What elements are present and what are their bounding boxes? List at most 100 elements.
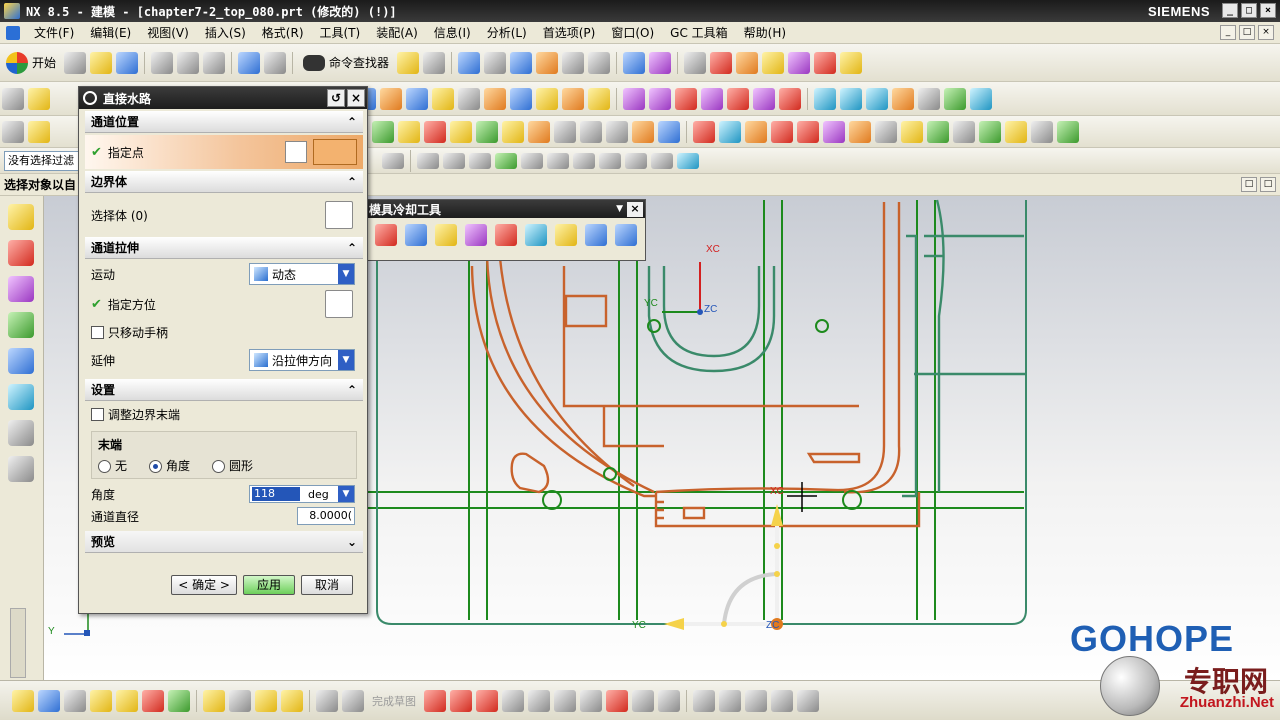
mesh-surface-icon[interactable] [840, 87, 862, 110]
assembly-icon[interactable] [28, 120, 50, 143]
cancel-button[interactable]: 取消 [301, 575, 353, 595]
inferred-point-dropdown[interactable] [313, 139, 357, 165]
sew-icon[interactable] [753, 87, 775, 110]
rectangle-select-icon[interactable] [382, 152, 404, 169]
wave-link-icon[interactable] [281, 689, 303, 712]
arc-center-icon[interactable] [599, 152, 621, 169]
add-component-icon[interactable] [90, 689, 112, 712]
extend-channel-icon[interactable] [465, 224, 487, 246]
assembly-navigator-icon[interactable] [8, 204, 34, 230]
section-channel-position[interactable]: 通道位置 ⌃ [85, 111, 363, 133]
angle-value[interactable]: 118 [252, 487, 300, 501]
selection-priority-icon[interactable] [762, 51, 785, 74]
stack-icon[interactable] [901, 120, 923, 143]
solid-block-icon[interactable] [693, 120, 715, 143]
part-icon[interactable] [255, 689, 277, 712]
mold-wizard-icon[interactable] [658, 120, 680, 143]
trim-sheet-icon[interactable] [1005, 120, 1027, 143]
end-option-round[interactable]: 圆形 [212, 457, 253, 474]
polygon-icon[interactable] [658, 689, 680, 712]
point-on-face-icon[interactable] [677, 152, 699, 169]
adjust-boundary-end-row[interactable]: 调整边界末端 [85, 401, 363, 427]
ok-button[interactable]: < 确定 > [171, 575, 237, 595]
stair-icon[interactable] [372, 120, 394, 143]
feature-shape-icon[interactable] [406, 87, 428, 110]
quick-extend-icon[interactable] [719, 689, 741, 712]
minimize-button[interactable]: _ [1222, 3, 1238, 18]
divide-face-icon[interactable] [1031, 120, 1053, 143]
gear-icon[interactable] [83, 91, 97, 105]
edit-icon[interactable] [12, 689, 34, 712]
slider-icon[interactable] [528, 120, 550, 143]
history-icon[interactable] [8, 420, 34, 446]
chevron-down-icon[interactable]: ▼ [338, 264, 354, 284]
check-icon[interactable] [1057, 120, 1079, 143]
menu-edit[interactable]: 编辑(E) [82, 24, 139, 41]
sketch-icon[interactable] [2, 87, 24, 110]
collapse-icon[interactable]: ⌃ [347, 241, 357, 255]
menu-tools[interactable]: 工具(T) [312, 24, 369, 41]
point-dialog-icon[interactable] [285, 141, 307, 163]
shell-icon[interactable] [484, 87, 506, 110]
patch-icon[interactable] [779, 87, 801, 110]
menu-information[interactable]: 信息(I) [426, 24, 479, 41]
radio-angle[interactable] [149, 460, 163, 473]
collapse-icon[interactable]: ⌃ [347, 115, 357, 129]
dimension-icon[interactable] [797, 689, 819, 712]
adjust-boundary-end-checkbox[interactable] [91, 407, 104, 421]
menu-assemblies[interactable]: 装配(A) [368, 24, 426, 41]
end-option-angle[interactable]: 角度 [149, 457, 190, 474]
open-folder-icon[interactable] [90, 51, 113, 74]
polyline-icon[interactable] [606, 689, 628, 712]
extension-icon[interactable] [944, 87, 966, 110]
menu-analysis[interactable]: 分析(L) [479, 24, 535, 41]
radio-none[interactable] [98, 460, 111, 473]
electrode-icon[interactable] [502, 120, 524, 143]
cooling-pattern-icon[interactable] [375, 224, 397, 246]
snap-points-icon[interactable] [495, 152, 517, 169]
point-constructor-icon[interactable] [814, 51, 837, 74]
chamfer-icon[interactable] [432, 87, 454, 110]
move-handle-only-checkbox[interactable] [91, 325, 104, 339]
delete-face-icon[interactable] [771, 120, 793, 143]
diameter-input[interactable]: 8.0000( [297, 507, 355, 525]
menu-window[interactable]: 窗口(O) [603, 24, 662, 41]
hd3d-tools-icon[interactable] [8, 348, 34, 374]
mold-cooling-close-button[interactable]: × [627, 201, 643, 217]
snap-grid-icon[interactable] [469, 152, 491, 169]
surface-icon[interactable] [814, 87, 836, 110]
apply-button[interactable]: 应用 [243, 575, 295, 595]
cooling-standard-icon[interactable] [555, 224, 577, 246]
reuse-library-icon[interactable] [8, 312, 34, 338]
motion-select[interactable]: 动态 ▼ [249, 263, 355, 285]
thicken-icon[interactable] [918, 87, 940, 110]
mid-point-icon[interactable] [547, 152, 569, 169]
component-icon[interactable] [38, 689, 60, 712]
viewport-maximize-button[interactable]: □ [1260, 177, 1276, 192]
cut-icon[interactable] [151, 51, 174, 74]
show-hide-icon[interactable] [562, 51, 585, 74]
split-body-icon[interactable] [719, 120, 741, 143]
collapse-icon[interactable]: ⌃ [347, 383, 357, 397]
doc-close-button[interactable]: × [1258, 25, 1274, 40]
blend-icon[interactable] [536, 87, 558, 110]
measure-icon[interactable] [840, 51, 863, 74]
command-finder-button[interactable]: 命令查找器 [297, 54, 395, 71]
line-icon[interactable] [450, 689, 472, 712]
cooling-pocket-icon[interactable] [585, 224, 607, 246]
selection-filter-combo[interactable]: 没有选择过滤 [4, 151, 80, 171]
section-channel-extrude[interactable]: 通道拉伸 ⌃ [85, 237, 363, 259]
chamfer-sketch-icon[interactable] [554, 689, 576, 712]
sketch-plane-icon[interactable] [316, 689, 338, 712]
component-gray-icon[interactable] [64, 689, 86, 712]
touch-mode-icon[interactable] [397, 51, 420, 74]
finish-sketch-label[interactable]: 完成草图 [372, 693, 416, 709]
replace-face-icon[interactable] [745, 120, 767, 143]
move-object-icon[interactable] [649, 51, 672, 74]
drawing-icon[interactable] [580, 120, 602, 143]
control-point-icon[interactable] [573, 152, 595, 169]
face-split-icon[interactable] [875, 120, 897, 143]
render-style-icon[interactable] [484, 51, 507, 74]
analysis-icon[interactable] [736, 51, 759, 74]
doc-restore-button[interactable]: □ [1239, 25, 1255, 40]
